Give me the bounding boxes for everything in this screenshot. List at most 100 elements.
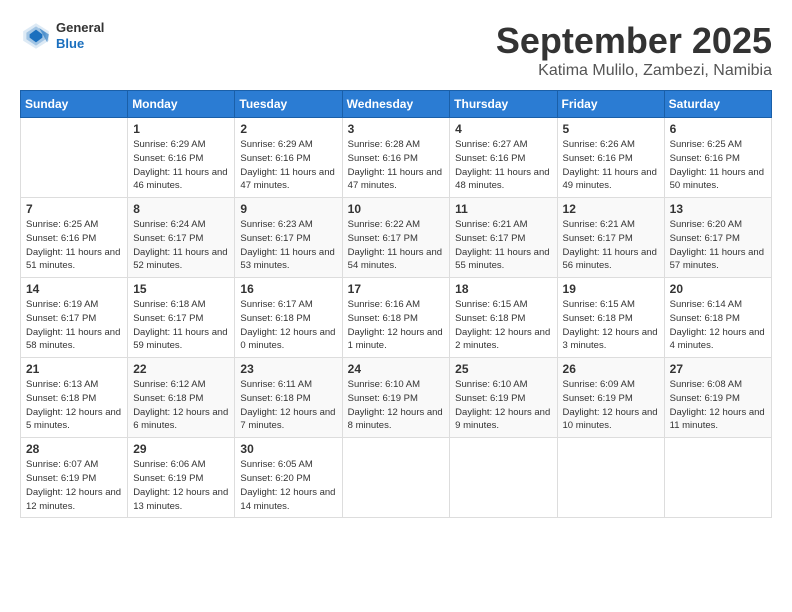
logo-general: General: [56, 20, 104, 36]
day-info: Sunrise: 6:17 AMSunset: 6:18 PMDaylight:…: [240, 298, 336, 353]
day-number: 4: [455, 122, 551, 136]
day-info: Sunrise: 6:13 AMSunset: 6:18 PMDaylight:…: [26, 378, 122, 433]
logo-blue: Blue: [56, 36, 104, 52]
day-info: Sunrise: 6:08 AMSunset: 6:19 PMDaylight:…: [670, 378, 766, 433]
day-number: 6: [670, 122, 766, 136]
day-number: 5: [563, 122, 659, 136]
day-info: Sunrise: 6:11 AMSunset: 6:18 PMDaylight:…: [240, 378, 336, 433]
day-number: 8: [133, 202, 229, 216]
day-number: 18: [455, 282, 551, 296]
day-number: 9: [240, 202, 336, 216]
calendar-cell: 5 Sunrise: 6:26 AMSunset: 6:16 PMDaylight…: [557, 118, 664, 198]
day-number: 2: [240, 122, 336, 136]
calendar-cell: 23Sunrise: 6:11 AMSunset: 6:18 PMDayligh…: [235, 358, 342, 438]
day-number: 12: [563, 202, 659, 216]
calendar-cell: 9 Sunrise: 6:23 AMSunset: 6:17 PMDaylight…: [235, 198, 342, 278]
logo-text: General Blue: [56, 20, 104, 51]
day-info: Sunrise: 6:25 AMSunset: 6:16 PMDaylight:…: [670, 138, 766, 193]
day-number: 3: [348, 122, 445, 136]
calendar-cell: 11 Sunrise: 6:21 AMSunset: 6:17 PMDayligh…: [450, 198, 557, 278]
col-header-wednesday: Wednesday: [342, 91, 450, 118]
calendar-cell: 6 Sunrise: 6:25 AMSunset: 6:16 PMDaylight…: [664, 118, 771, 198]
day-number: 16: [240, 282, 336, 296]
calendar-cell: 22Sunrise: 6:12 AMSunset: 6:18 PMDayligh…: [128, 358, 235, 438]
calendar-cell: 16 Sunrise: 6:17 AMSunset: 6:18 PMDayligh…: [235, 278, 342, 358]
day-number: 25: [455, 362, 551, 376]
day-number: 28: [26, 442, 122, 456]
calendar-cell: 15Sunrise: 6:18 AMSunset: 6:17 PMDayligh…: [128, 278, 235, 358]
calendar-cell: 13 Sunrise: 6:20 AMSunset: 6:17 PMDayligh…: [664, 198, 771, 278]
day-number: 11: [455, 202, 551, 216]
calendar-cell: 1 Sunrise: 6:29 AMSunset: 6:16 PMDaylight…: [128, 118, 235, 198]
day-info: Sunrise: 6:16 AMSunset: 6:18 PMDaylight:…: [348, 298, 445, 353]
day-info: Sunrise: 6:23 AMSunset: 6:17 PMDaylight:…: [240, 218, 336, 273]
calendar-cell: 21 Sunrise: 6:13 AMSunset: 6:18 PMDayligh…: [21, 358, 128, 438]
calendar-cell: 29 Sunrise: 6:06 AMSunset: 6:19 PMDayligh…: [128, 438, 235, 518]
day-info: Sunrise: 6:07 AMSunset: 6:19 PMDaylight:…: [26, 458, 122, 513]
calendar-cell: 12 Sunrise: 6:21 AMSunset: 6:17 PMDayligh…: [557, 198, 664, 278]
calendar-cell: 3Sunrise: 6:28 AMSunset: 6:16 PMDaylight…: [342, 118, 450, 198]
day-info: Sunrise: 6:06 AMSunset: 6:19 PMDaylight:…: [133, 458, 229, 513]
calendar-cell: [21, 118, 128, 198]
col-header-tuesday: Tuesday: [235, 91, 342, 118]
day-info: Sunrise: 6:10 AMSunset: 6:19 PMDaylight:…: [455, 378, 551, 433]
calendar-cell: 7 Sunrise: 6:25 AMSunset: 6:16 PMDaylight…: [21, 198, 128, 278]
day-info: Sunrise: 6:22 AMSunset: 6:17 PMDaylight:…: [348, 218, 445, 273]
day-info: Sunrise: 6:18 AMSunset: 6:17 PMDaylight:…: [133, 298, 229, 353]
col-header-friday: Friday: [557, 91, 664, 118]
month-title: September 2025: [496, 20, 772, 62]
page-header: General Blue September 2025 Katima Mulil…: [20, 20, 772, 80]
day-info: Sunrise: 6:15 AMSunset: 6:18 PMDaylight:…: [563, 298, 659, 353]
day-info: Sunrise: 6:14 AMSunset: 6:18 PMDaylight:…: [670, 298, 766, 353]
day-number: 14: [26, 282, 122, 296]
logo-icon: [20, 20, 52, 52]
day-number: 24: [348, 362, 445, 376]
col-header-monday: Monday: [128, 91, 235, 118]
day-info: Sunrise: 6:21 AMSunset: 6:17 PMDaylight:…: [455, 218, 551, 273]
day-number: 26: [563, 362, 659, 376]
day-number: 29: [133, 442, 229, 456]
day-number: 13: [670, 202, 766, 216]
calendar-cell: 27 Sunrise: 6:08 AMSunset: 6:19 PMDayligh…: [664, 358, 771, 438]
title-block: September 2025 Katima Mulilo, Zambezi, N…: [496, 20, 772, 80]
day-info: Sunrise: 6:24 AMSunset: 6:17 PMDaylight:…: [133, 218, 229, 273]
calendar-cell: 25 Sunrise: 6:10 AMSunset: 6:19 PMDayligh…: [450, 358, 557, 438]
day-number: 20: [670, 282, 766, 296]
calendar-cell: 28 Sunrise: 6:07 AMSunset: 6:19 PMDayligh…: [21, 438, 128, 518]
day-info: Sunrise: 6:20 AMSunset: 6:17 PMDaylight:…: [670, 218, 766, 273]
day-info: Sunrise: 6:29 AMSunset: 6:16 PMDaylight:…: [133, 138, 229, 193]
calendar-cell: 4 Sunrise: 6:27 AMSunset: 6:16 PMDaylight…: [450, 118, 557, 198]
calendar-cell: 24 Sunrise: 6:10 AMSunset: 6:19 PMDayligh…: [342, 358, 450, 438]
logo: General Blue: [20, 20, 104, 52]
calendar-cell: 19 Sunrise: 6:15 AMSunset: 6:18 PMDayligh…: [557, 278, 664, 358]
day-number: 1: [133, 122, 229, 136]
day-number: 30: [240, 442, 336, 456]
day-info: Sunrise: 6:05 AMSunset: 6:20 PMDaylight:…: [240, 458, 336, 513]
calendar-cell: 8 Sunrise: 6:24 AMSunset: 6:17 PMDaylight…: [128, 198, 235, 278]
calendar-cell: 10Sunrise: 6:22 AMSunset: 6:17 PMDayligh…: [342, 198, 450, 278]
day-number: 27: [670, 362, 766, 376]
day-number: 19: [563, 282, 659, 296]
day-info: Sunrise: 6:27 AMSunset: 6:16 PMDaylight:…: [455, 138, 551, 193]
location-subtitle: Katima Mulilo, Zambezi, Namibia: [496, 62, 772, 80]
calendar-cell: [342, 438, 450, 518]
day-info: Sunrise: 6:21 AMSunset: 6:17 PMDaylight:…: [563, 218, 659, 273]
calendar-cell: 26 Sunrise: 6:09 AMSunset: 6:19 PMDayligh…: [557, 358, 664, 438]
calendar-cell: 2Sunrise: 6:29 AMSunset: 6:16 PMDaylight…: [235, 118, 342, 198]
day-info: Sunrise: 6:26 AMSunset: 6:16 PMDaylight:…: [563, 138, 659, 193]
calendar-cell: 20 Sunrise: 6:14 AMSunset: 6:18 PMDayligh…: [664, 278, 771, 358]
day-number: 17: [348, 282, 445, 296]
day-number: 22: [133, 362, 229, 376]
day-number: 7: [26, 202, 122, 216]
day-info: Sunrise: 6:15 AMSunset: 6:18 PMDaylight:…: [455, 298, 551, 353]
calendar-table: SundayMondayTuesdayWednesdayThursdayFrid…: [20, 90, 772, 518]
calendar-cell: 18 Sunrise: 6:15 AMSunset: 6:18 PMDayligh…: [450, 278, 557, 358]
day-info: Sunrise: 6:25 AMSunset: 6:16 PMDaylight:…: [26, 218, 122, 273]
day-info: Sunrise: 6:09 AMSunset: 6:19 PMDaylight:…: [563, 378, 659, 433]
calendar-cell: [557, 438, 664, 518]
day-info: Sunrise: 6:10 AMSunset: 6:19 PMDaylight:…: [348, 378, 445, 433]
day-info: Sunrise: 6:19 AMSunset: 6:17 PMDaylight:…: [26, 298, 122, 353]
calendar-cell: [450, 438, 557, 518]
day-number: 21: [26, 362, 122, 376]
calendar-cell: 17 Sunrise: 6:16 AMSunset: 6:18 PMDayligh…: [342, 278, 450, 358]
